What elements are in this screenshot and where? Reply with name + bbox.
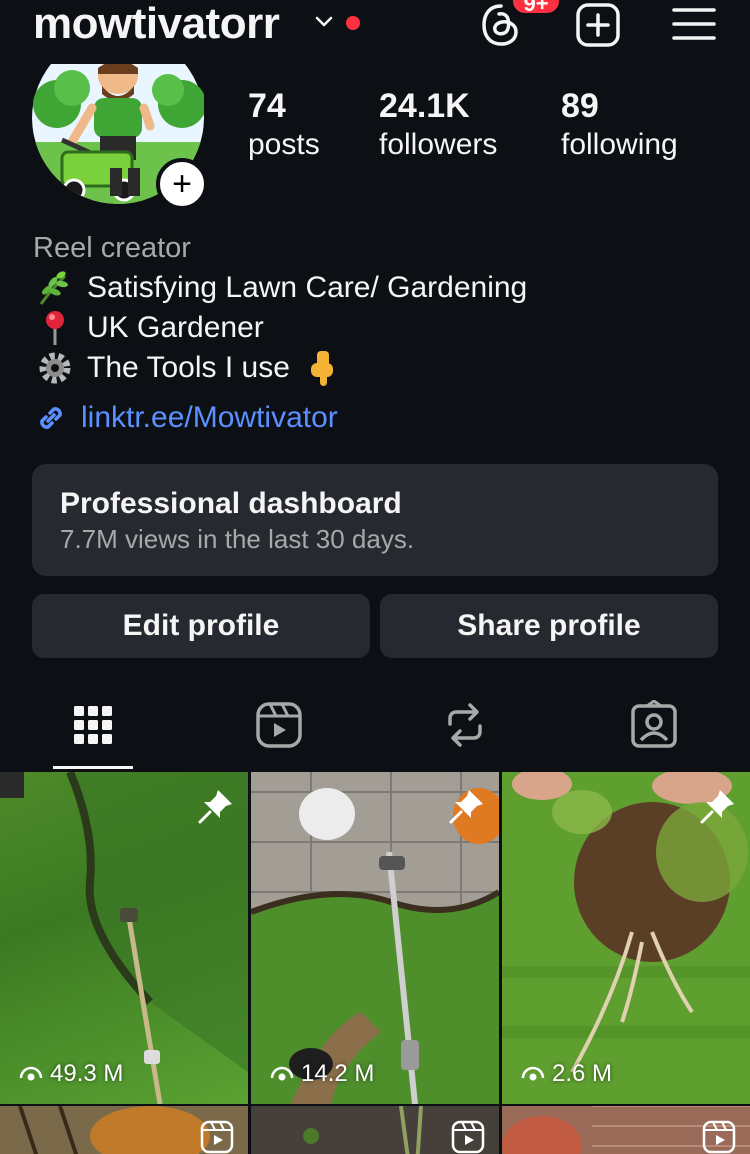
link-text: linktr.ee/Mowtivator	[81, 401, 338, 434]
share-profile-button[interactable]: Share profile	[380, 594, 718, 658]
professional-dashboard[interactable]: Professional dashboard 7.7M views in the…	[32, 464, 718, 576]
posts-count: 74	[248, 87, 286, 125]
followers-count: 24.1K	[379, 87, 470, 125]
tagged-icon[interactable]	[629, 700, 679, 750]
followers-stat[interactable]: 24.1K followers	[379, 86, 497, 164]
reel-icon	[702, 1120, 736, 1154]
post-thumbnail[interactable]	[502, 1106, 750, 1154]
notification-badge: 9+	[510, 0, 562, 16]
following-stat[interactable]: 89 following	[561, 86, 678, 164]
dashboard-subtitle: 7.7M views in the last 30 days.	[60, 524, 415, 554]
gear-emoji	[33, 350, 77, 386]
create-post-icon[interactable]	[575, 2, 621, 48]
pointing-down-emoji	[300, 350, 344, 386]
top-bar: mowtivatorr 9+	[0, 0, 750, 60]
views-icon	[270, 1066, 294, 1081]
posts-label: posts	[248, 128, 320, 161]
menu-icon[interactable]	[672, 6, 716, 42]
post-thumbnail[interactable]: 49.3 M	[0, 772, 248, 1104]
repost-icon[interactable]	[440, 700, 490, 750]
link-icon	[40, 407, 62, 429]
herb-emoji	[33, 270, 77, 306]
post-thumbnail[interactable]	[0, 1106, 248, 1154]
category-label: Reel creator	[33, 232, 191, 264]
bio-text: The Tools I use	[87, 351, 290, 384]
username[interactable]: mowtivatorr	[33, 0, 280, 48]
bio-link[interactable]: linktr.ee/Mowtivator	[33, 398, 338, 438]
bio-text: Satisfying Lawn Care/ Gardening	[87, 271, 528, 304]
view-count-text: 2.6 M	[552, 1060, 613, 1087]
pin-icon	[449, 790, 483, 824]
add-story-button[interactable]: +	[156, 158, 208, 210]
edit-profile-button[interactable]: Edit profile	[32, 594, 370, 658]
dashboard-title: Professional dashboard	[60, 487, 402, 520]
view-count-text: 14.2 M	[301, 1060, 375, 1087]
views-icon	[521, 1066, 545, 1081]
grid-icon[interactable]	[68, 700, 118, 750]
profile-tabs	[0, 690, 750, 770]
reels-icon[interactable]	[254, 700, 304, 750]
view-count: 49.3 M	[18, 1060, 123, 1088]
notification-dot	[346, 16, 360, 30]
reel-icon	[200, 1120, 234, 1154]
post-thumbnail[interactable]: 14.2 M	[251, 772, 499, 1104]
views-icon	[19, 1066, 43, 1081]
view-count: 2.6 M	[520, 1060, 612, 1088]
bio-line: The Tools I use	[33, 348, 733, 388]
post-thumbnail[interactable]: 2.6 M	[502, 772, 750, 1104]
reel-icon	[451, 1120, 485, 1154]
post-thumbnail[interactable]	[251, 1106, 499, 1154]
bio: Reel creator Satisfying Lawn Care/ Garde…	[33, 228, 733, 388]
posts-stat[interactable]: 74 posts	[248, 86, 320, 164]
chevron-down-icon[interactable]	[314, 12, 334, 32]
view-count-text: 49.3 M	[50, 1060, 124, 1087]
bio-line: UK Gardener	[33, 308, 733, 348]
followers-label: followers	[379, 128, 498, 161]
pin-emoji	[33, 310, 77, 346]
active-tab-indicator	[53, 766, 133, 769]
posts-grid: 49.3 M 14.2 M 2.6 M	[0, 772, 750, 1154]
bio-line: Satisfying Lawn Care/ Gardening	[33, 268, 733, 308]
following-count: 89	[561, 87, 599, 125]
pin-icon	[198, 790, 232, 824]
pin-icon	[700, 790, 734, 824]
following-label: following	[561, 128, 678, 161]
view-count: 14.2 M	[269, 1060, 374, 1088]
bio-text: UK Gardener	[87, 311, 264, 344]
